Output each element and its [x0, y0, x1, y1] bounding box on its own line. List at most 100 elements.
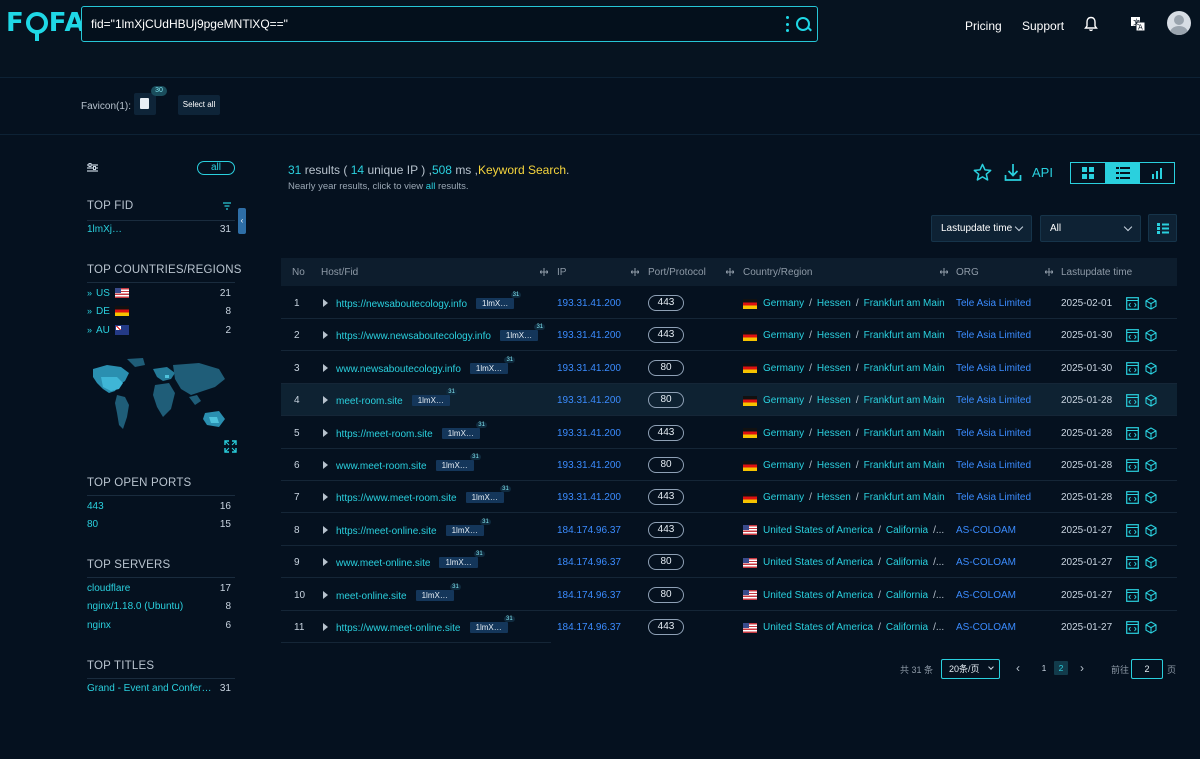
org-link[interactable]: AS-COLOAM	[956, 622, 1016, 633]
cube-icon[interactable]	[1145, 524, 1157, 537]
region-link[interactable]: California	[886, 525, 928, 536]
city-link[interactable]: Frankfurt am Main	[864, 460, 945, 471]
chevron-right-icon[interactable]: »	[87, 306, 92, 316]
country-item-us[interactable]: » US 21	[87, 286, 231, 300]
next-page-button[interactable]: ›	[1080, 661, 1084, 675]
cube-icon[interactable]	[1145, 459, 1157, 472]
host-link[interactable]: meet-room.site	[336, 396, 403, 407]
host-link[interactable]: https://www.meet-room.site	[336, 493, 457, 504]
server-item[interactable]: nginx 6	[87, 618, 231, 632]
host-link[interactable]: https://www.meet-online.site	[336, 623, 461, 634]
pricing-link[interactable]: Pricing	[965, 19, 1002, 33]
col-ip[interactable]: IP	[557, 267, 566, 278]
host-link[interactable]: www.newsaboutecology.info	[336, 364, 461, 375]
host-link[interactable]: www.meet-online.site	[336, 558, 430, 569]
expand-row-icon[interactable]	[323, 525, 328, 534]
country-link[interactable]: United States of America	[763, 525, 873, 536]
expand-row-icon[interactable]	[323, 331, 328, 340]
region-link[interactable]: Hessen	[817, 363, 851, 374]
expand-icon[interactable]	[224, 440, 237, 453]
fid-tag[interactable]: 1lmX… 31	[441, 421, 487, 439]
ip-link[interactable]: 193.31.41.200	[557, 330, 621, 341]
column-settings-button[interactable]	[1148, 214, 1177, 242]
server-item[interactable]: cloudflare 17	[87, 581, 231, 595]
fid-tag[interactable]: 1lmX… 31	[499, 324, 546, 342]
ip-link[interactable]: 193.31.41.200	[557, 460, 621, 471]
select-all-button[interactable]: Select all	[178, 95, 220, 115]
expand-row-icon[interactable]	[323, 428, 328, 437]
cube-icon[interactable]	[1145, 556, 1157, 569]
user-avatar[interactable]	[1167, 11, 1191, 35]
column-resize-icon[interactable]	[1045, 268, 1053, 276]
cube-icon[interactable]	[1145, 329, 1157, 342]
region-link[interactable]: Hessen	[817, 460, 851, 471]
host-link[interactable]: meet-online.site	[336, 591, 407, 602]
ip-link[interactable]: 184.174.96.37	[557, 622, 621, 633]
country-link[interactable]: United States of America	[763, 622, 873, 633]
host-link[interactable]: https://meet-online.site	[336, 526, 437, 537]
fid-tag[interactable]: 1lmX… 31	[439, 551, 485, 569]
code-view-icon[interactable]	[1126, 426, 1139, 440]
country-link[interactable]: United States of America	[763, 557, 873, 568]
column-resize-icon[interactable]	[631, 268, 639, 276]
page-1-button[interactable]: 1	[1037, 661, 1051, 675]
more-vertical-icon[interactable]	[785, 16, 789, 32]
region-link[interactable]: California	[886, 622, 928, 633]
stats-view-icon[interactable]	[1140, 163, 1174, 183]
code-view-icon[interactable]	[1126, 329, 1139, 343]
top-fid-item[interactable]: 1lmXj… 31	[87, 222, 231, 236]
ip-link[interactable]: 193.31.41.200	[557, 428, 621, 439]
col-port[interactable]: Port/Protocol	[648, 267, 706, 278]
region-link[interactable]: California	[886, 590, 928, 601]
country-link[interactable]: Germany	[763, 492, 804, 503]
chevron-right-icon[interactable]: »	[87, 325, 92, 335]
cube-icon[interactable]	[1145, 362, 1157, 375]
org-link[interactable]: Tele Asia Limited	[956, 395, 1031, 406]
table-row[interactable]: 4 meet-room.site 1lmX… 31 193.31.41.200 80 Ger…	[281, 384, 1177, 417]
goto-page-input[interactable]	[1131, 659, 1163, 679]
ip-link[interactable]: 193.31.41.200	[557, 298, 621, 309]
cube-icon[interactable]	[1145, 621, 1157, 634]
table-row[interactable]: 6 www.meet-room.site 1lmX… 31 193.31.41.200 8…	[281, 449, 1177, 481]
api-link[interactable]: API	[1032, 165, 1053, 180]
country-item-au[interactable]: » AU 2	[87, 323, 231, 337]
org-link[interactable]: Tele Asia Limited	[956, 492, 1031, 503]
port-item[interactable]: 443 16	[87, 499, 231, 513]
code-view-icon[interactable]	[1126, 297, 1139, 310]
table-row[interactable]: 10 meet-online.site 1lmX… 31 184.174.96.37 80…	[281, 579, 1177, 611]
table-row[interactable]: 2 https://www.newsaboutecology.info 1lmX… 3…	[281, 319, 1177, 352]
region-link[interactable]: Hessen	[817, 330, 851, 341]
table-row[interactable]: 9 www.meet-online.site 1lmX… 31 184.174.96.3…	[281, 546, 1177, 579]
city-link[interactable]: Frankfurt am Main	[864, 428, 945, 439]
port-pill[interactable]: 443	[648, 521, 684, 538]
ip-link[interactable]: 193.31.41.200	[557, 363, 621, 374]
region-link[interactable]: Hessen	[817, 298, 851, 309]
expand-row-icon[interactable]	[323, 461, 328, 469]
country-link[interactable]: Germany	[763, 363, 804, 374]
city-link[interactable]: Frankfurt am Main	[864, 298, 945, 309]
region-link[interactable]: California	[886, 557, 928, 568]
fid-tag[interactable]: 1lmX… 31	[476, 292, 522, 309]
host-link[interactable]: www.meet-room.site	[336, 461, 427, 472]
filter-sliders-icon[interactable]	[87, 163, 98, 173]
column-resize-icon[interactable]	[540, 268, 548, 276]
code-view-icon[interactable]	[1126, 361, 1139, 375]
org-link[interactable]: AS-COLOAM	[956, 525, 1016, 536]
code-view-icon[interactable]	[1126, 394, 1139, 408]
server-item[interactable]: nginx/1.18.0 (Ubuntu) 8	[87, 599, 231, 613]
port-pill[interactable]: 80	[648, 457, 684, 473]
col-host[interactable]: Host/Fid	[321, 267, 358, 278]
country-link[interactable]: Germany	[763, 395, 804, 406]
region-link[interactable]: Hessen	[817, 395, 851, 406]
fofa-logo[interactable]: F FA	[6, 8, 86, 41]
support-link[interactable]: Support	[1022, 19, 1064, 33]
table-row[interactable]: 5 https://meet-room.site 1lmX… 31 193.31.41.…	[281, 417, 1177, 449]
cube-icon[interactable]	[1145, 491, 1157, 504]
col-date[interactable]: Lastupdate time	[1061, 267, 1132, 278]
org-link[interactable]: Tele Asia Limited	[956, 330, 1031, 341]
org-link[interactable]: Tele Asia Limited	[956, 428, 1031, 439]
cube-icon[interactable]	[1145, 589, 1157, 602]
port-pill[interactable]: 80	[648, 586, 684, 603]
search-input[interactable]	[91, 14, 751, 34]
city-link[interactable]: Frankfurt am Main	[864, 363, 945, 374]
